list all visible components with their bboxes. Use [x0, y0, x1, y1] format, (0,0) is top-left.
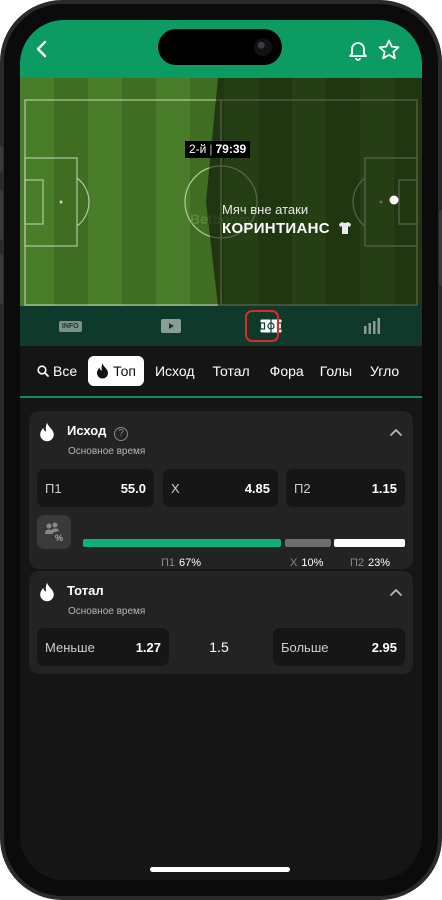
p1-share-key: П1	[161, 557, 176, 569]
video-tab[interactable]	[121, 306, 222, 346]
outcome-title-text: Исход	[67, 423, 107, 438]
odd-draw-value: 4.85	[244, 480, 270, 496]
total-subtitle: Основное время	[68, 606, 146, 617]
total-over-value: 2.95	[371, 639, 397, 655]
market-filters: Все Топ Исход Тотал Фора Голы Угло	[20, 346, 422, 396]
chevron-up-icon[interactable]	[389, 584, 403, 602]
chevron-up-icon[interactable]	[389, 424, 403, 442]
p2-share-bar	[334, 539, 405, 547]
filters-underline	[20, 396, 422, 398]
odd-p1-value: 55.0	[120, 480, 146, 496]
draw-share-key: Х	[290, 557, 298, 569]
filter-handicap-label: Фора	[269, 363, 304, 379]
total-over-label: Больше	[281, 639, 329, 655]
p1-share-bar	[83, 539, 281, 547]
draw-share-bar	[285, 539, 331, 547]
p2-share-label: П2 23%	[350, 557, 390, 569]
filter-total[interactable]: Тотал	[207, 356, 256, 386]
stats-tab[interactable]	[322, 306, 423, 346]
info-tab[interactable]: INFO	[20, 306, 121, 346]
draw-share-value: 10%	[301, 557, 324, 569]
front-camera	[254, 38, 272, 56]
app-header	[20, 20, 422, 86]
p1-share-value: 67%	[179, 557, 202, 569]
team-name: КОРИНТИАНС	[222, 220, 330, 237]
total-under-button[interactable]: Меньше 1.27	[37, 628, 169, 666]
odd-p2-button[interactable]: П2 1.15	[286, 469, 405, 507]
phone-volume-down	[0, 254, 3, 304]
outcome-market-card: Исход ? Основное время П1 55.0 Х 4.85 П2…	[29, 411, 413, 569]
draw-share-label: Х 10%	[290, 557, 323, 569]
odd-p2-label: П2	[294, 480, 311, 496]
video-play-icon	[160, 319, 181, 333]
outcome-subtitle: Основное время	[68, 446, 146, 457]
odd-draw-button[interactable]: Х 4.85	[163, 469, 278, 507]
p1-share-label: П1 67%	[161, 557, 201, 569]
filter-all-label: Все	[53, 363, 78, 379]
filter-corners-label: Угло	[370, 363, 400, 379]
timer-separator: |	[209, 142, 213, 156]
dynamic-island	[158, 29, 282, 65]
app-screen: Betboom 2-й | 79:39 Мяч вне атаки КОРИНТ…	[20, 20, 422, 880]
filter-outcome-label: Исход	[154, 363, 195, 379]
filter-all[interactable]: Все	[31, 356, 83, 386]
total-under-label: Меньше	[45, 639, 95, 655]
selected-tab-highlight	[245, 310, 279, 342]
p2-share-value: 23%	[368, 557, 391, 569]
filter-corners[interactable]: Угло	[364, 356, 405, 386]
team-shirt-icon	[338, 221, 352, 239]
total-under-value: 1.27	[135, 639, 161, 655]
match-field: Betboom 2-й | 79:39 Мяч вне атаки КОРИНТ…	[20, 78, 422, 306]
svg-text:%: %	[55, 533, 63, 542]
phone-mute-switch	[0, 146, 3, 172]
home-indicator[interactable]	[150, 867, 290, 872]
phone-volume-up	[0, 190, 3, 240]
info-icon: INFO	[58, 320, 82, 332]
bettors-percent-icon: %	[37, 515, 71, 549]
match-period: 2-й	[189, 142, 207, 156]
chevron-left-icon[interactable]	[35, 40, 49, 63]
odd-draw-label: Х	[171, 480, 180, 496]
event-status: Мяч вне атаки	[222, 202, 309, 217]
match-event: Мяч вне атаки КОРИНТИАНС	[222, 202, 352, 239]
filter-top-label: Топ	[113, 363, 136, 379]
odd-p1-label: П1	[45, 480, 62, 496]
total-over-button[interactable]: Больше 2.95	[273, 628, 405, 666]
total-market-card: Тотал Основное время Меньше 1.27 1.5 Бол…	[29, 571, 413, 674]
odd-p1-button[interactable]: П1 55.0	[37, 469, 154, 507]
total-line-value: 1.5	[209, 639, 229, 655]
filter-outcome[interactable]: Исход	[149, 356, 201, 386]
outcome-title: Исход ?	[67, 423, 128, 441]
match-time: 79:39	[215, 142, 247, 156]
attacking-team: КОРИНТИАНС	[222, 220, 352, 239]
star-icon[interactable]	[377, 38, 401, 67]
odd-p2-value: 1.15	[371, 480, 397, 496]
pitch-graphic: Betboom	[20, 78, 422, 306]
p2-share-key: П2	[350, 557, 365, 569]
match-timer: 2-й | 79:39	[185, 141, 251, 158]
ball-marker	[389, 195, 399, 205]
filter-total-label: Тотал	[212, 363, 250, 379]
fire-icon	[39, 422, 55, 447]
filter-handicap[interactable]: Фора	[264, 356, 310, 386]
filter-top[interactable]: Топ	[88, 356, 144, 386]
fire-icon	[39, 582, 55, 607]
fire-icon	[97, 363, 109, 379]
total-title: Тотал	[67, 583, 104, 598]
bell-icon[interactable]	[347, 39, 369, 66]
filter-goals[interactable]: Голы	[314, 356, 358, 386]
stats-bars-icon	[363, 318, 380, 334]
match-tools-bar: INFO	[20, 306, 422, 346]
filter-goals-label: Голы	[319, 363, 353, 379]
help-icon[interactable]: ?	[113, 427, 128, 441]
search-icon	[37, 365, 49, 377]
